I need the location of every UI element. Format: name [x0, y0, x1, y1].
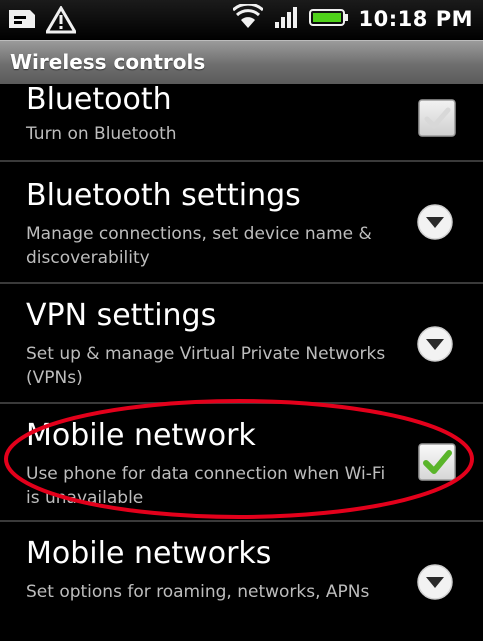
mobile-network-checkbox[interactable] [417, 442, 457, 482]
item-title: Bluetooth [26, 82, 172, 117]
warning-icon [44, 5, 78, 38]
list-item-vpn-settings[interactable]: VPN settings Set up & manage Virtual Pri… [0, 284, 483, 402]
item-title: Mobile networks [26, 536, 272, 571]
bluetooth-checkbox[interactable] [417, 98, 457, 138]
android-screen: 10:18 PM Wireless controls Bluetooth Tur… [0, 0, 483, 641]
item-summary: Turn on Bluetooth [26, 124, 177, 144]
item-title: VPN settings [26, 298, 217, 333]
item-title: Mobile network [26, 418, 256, 453]
item-summary: Use phone for data connection when Wi-Fi… [26, 464, 386, 508]
clock: 10:18 PM [358, 7, 473, 31]
item-summary: Set up & manage Virtual Private Networks… [26, 344, 386, 388]
wifi-icon [231, 2, 264, 34]
title-bar: Wireless controls [0, 40, 483, 84]
list-item-mobile-networks[interactable]: Mobile networks Set options for roaming,… [0, 522, 483, 641]
signal-icon [273, 4, 299, 34]
item-summary: Set options for roaming, networks, APNs [26, 582, 370, 602]
sim-card-icon [6, 6, 38, 38]
battery-icon [308, 5, 349, 33]
item-title: Bluetooth settings [26, 178, 301, 213]
list-item-bluetooth-settings[interactable]: Bluetooth settings Manage connections, s… [0, 162, 483, 282]
page-title: Wireless controls [10, 50, 206, 74]
list-item-mobile-network[interactable]: Mobile network Use phone for data connec… [0, 404, 483, 520]
chevron-down-icon [415, 562, 455, 602]
list-item-bluetooth[interactable]: Bluetooth Turn on Bluetooth [0, 82, 483, 160]
settings-list: Bluetooth Turn on Bluetooth Bluetooth se… [0, 82, 483, 641]
item-summary: Manage connections, set device name & di… [26, 224, 372, 268]
status-bar: 10:18 PM [0, 0, 483, 40]
chevron-down-icon [415, 202, 455, 242]
chevron-down-icon [415, 324, 455, 364]
